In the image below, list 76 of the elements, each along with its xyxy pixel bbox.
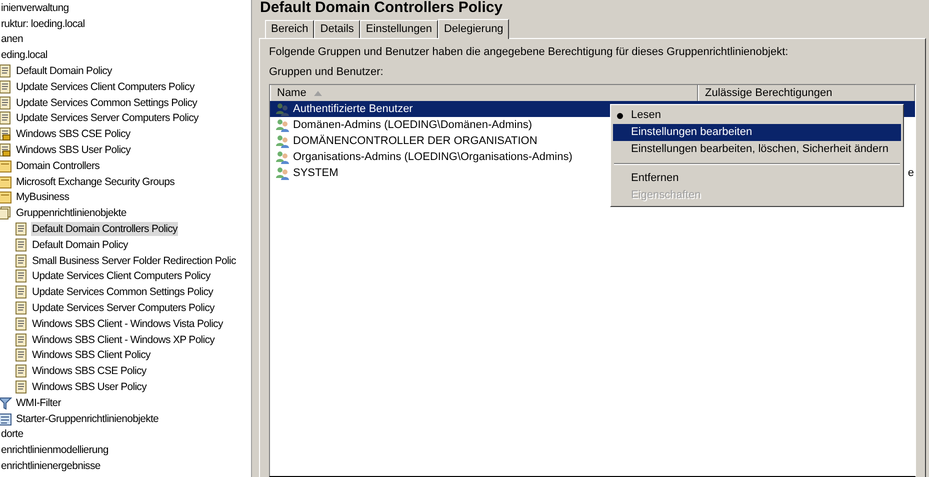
group-name: Authentifizierte Benutzer xyxy=(293,102,413,117)
tree-item[interactable]: Update Services Client Computers Policy xyxy=(31,269,212,284)
user-group-icon xyxy=(275,150,290,164)
tree-item[interactable]: Windows SBS Client Policy xyxy=(31,348,152,362)
tab[interactable]: Bereich xyxy=(265,20,314,38)
tree-item[interactable]: Default Domain Policy xyxy=(31,238,129,252)
tree-item[interactable]: Microsoft Exchange Security Groups xyxy=(15,174,176,189)
tree-item[interactable]: Update Services Client Computers Policy xyxy=(15,80,196,94)
menu-item[interactable]: Einstellungen bearbeiten xyxy=(613,124,901,141)
tree-item[interactable]: Windows SBS User Policy xyxy=(31,380,148,394)
intro-text: Folgende Gruppen und Benutzer haben die angegebene Berechtigung für dieses Gruppenrichtlinienobjekt: xyxy=(269,45,790,59)
tab[interactable]: Delegierung xyxy=(438,19,510,39)
tree-item[interactable]: MyBusiness xyxy=(15,190,70,204)
tree-item[interactable]: Small Business Server Folder Redirection Polic xyxy=(31,254,237,268)
scroll-icon xyxy=(14,332,28,347)
scroll-icon xyxy=(14,348,28,362)
tree-item[interactable]: Update Services Server Computers Policy xyxy=(15,111,200,126)
menu-item[interactable]: Entfernen xyxy=(613,170,901,187)
funnel-icon xyxy=(0,396,12,410)
group-name: Domänen-Admins (LOEDING\Domänen-Admins) xyxy=(293,118,532,133)
tree-item[interactable]: ruktur: loeding.local xyxy=(0,16,86,31)
tab[interactable]: Details xyxy=(314,20,360,38)
user-group-icon xyxy=(275,134,290,148)
tree-item[interactable]: Default Domain Policy xyxy=(15,64,113,78)
scroll-icon xyxy=(0,96,12,110)
policy-title: Default Domain Controllers Policy xyxy=(259,0,504,16)
tree-item[interactable]: Update Services Common Settings Policy xyxy=(15,96,198,110)
sort-up-icon xyxy=(314,90,322,96)
tree-item[interactable]: anen xyxy=(0,32,24,46)
group-name: Organisations-Admins (LOEDING\Organisations-Admins) xyxy=(293,150,572,165)
permission-cell-text: e xyxy=(908,166,914,181)
folder-icon xyxy=(0,158,12,173)
menu-item[interactable]: Einstellungen bearbeiten, löschen, Sicherheit ändern xyxy=(613,141,901,158)
scroll-icon xyxy=(14,316,28,331)
user-group-icon xyxy=(275,166,290,180)
tree-item[interactable]: enrichtlinienergebnisse xyxy=(0,459,102,473)
tree-item[interactable]: Windows SBS User Policy xyxy=(15,143,132,158)
tree-item[interactable]: WMI-Filter xyxy=(15,396,62,410)
user-group-icon xyxy=(275,118,290,132)
tree-item[interactable]: Default Domain Controllers Policy xyxy=(31,222,178,236)
tree-item[interactable]: Gruppenrichtlinienobjekte xyxy=(15,206,128,220)
tree-item[interactable]: eding.local xyxy=(0,48,48,62)
folder-icon xyxy=(0,174,12,189)
scroll-icon xyxy=(14,254,28,268)
tree-item[interactable]: enrichtlinienmodellierung xyxy=(0,443,110,458)
folder-icon xyxy=(0,190,12,204)
tree-item[interactable]: Windows SBS Client - Windows XP Policy xyxy=(31,332,216,347)
list-label: Gruppen und Benutzer: xyxy=(269,65,384,79)
tree-item[interactable]: Update Services Common Settings Policy xyxy=(31,285,214,300)
scroll-icon xyxy=(14,364,28,378)
tree-item[interactable]: dorte xyxy=(0,427,24,442)
group-name: SYSTEM xyxy=(293,166,338,181)
scroll-icon xyxy=(0,64,12,78)
scroll-icon xyxy=(14,238,28,252)
tree-item[interactable]: Windows SBS Client - Windows Vista Policy xyxy=(31,316,224,331)
user-group-icon xyxy=(275,102,290,116)
scroll-icon xyxy=(0,80,12,94)
scroll-stack-icon xyxy=(0,206,12,220)
tree-item[interactable]: Windows SBS CSE Policy xyxy=(15,127,132,142)
tree-item[interactable]: Starter-Gruppenrichtlinienobjekte xyxy=(15,412,160,426)
tab[interactable]: Einstellungen xyxy=(360,20,438,38)
scroll-icon xyxy=(14,301,28,316)
group-name: DOMÄNENCONTROLLER DER ORGANISATION xyxy=(293,134,538,149)
document-icon xyxy=(0,412,12,426)
scroll-icon xyxy=(14,380,28,394)
scroll-icon xyxy=(14,222,28,236)
bullet-icon xyxy=(617,112,623,118)
tree-item[interactable]: Windows SBS CSE Policy xyxy=(31,364,148,378)
scroll-lock-icon xyxy=(0,127,12,142)
tree-item[interactable]: Domain Controllers xyxy=(15,158,101,173)
scroll-icon xyxy=(14,285,28,300)
scroll-lock-icon xyxy=(0,143,12,158)
scroll-icon xyxy=(0,111,12,126)
scroll-icon xyxy=(14,269,28,284)
tree-item[interactable]: inienverwaltung xyxy=(0,0,70,15)
tree-item[interactable]: Update Services Server Computers Policy xyxy=(31,301,216,316)
